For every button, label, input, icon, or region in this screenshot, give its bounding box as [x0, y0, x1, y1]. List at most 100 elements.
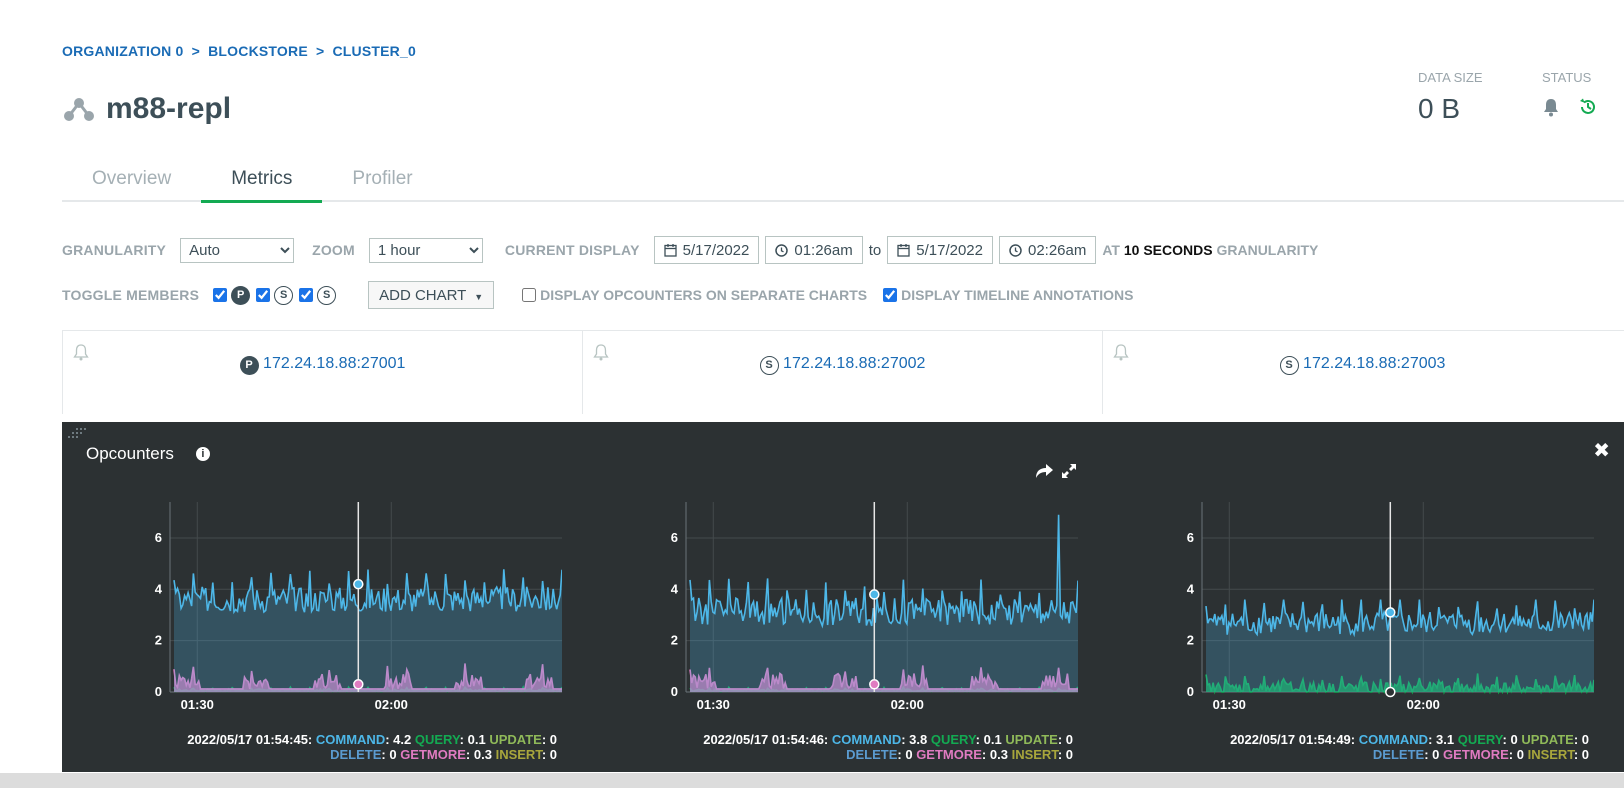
legend-update-value: 0 — [1065, 732, 1073, 747]
end-time-field[interactable]: 02:26am — [998, 236, 1097, 264]
opcounters-chart-panel: Opcounters i ✖ 0 2 4 6 01:30 02:00 2022/05/17… — [62, 422, 1624, 772]
granularity-label: GRANULARITY — [62, 242, 167, 258]
horizontal-scrollbar[interactable] — [0, 773, 1624, 788]
granularity-summary: AT 10 SECONDS GRANULARITY — [1102, 242, 1318, 258]
legend-query-value: 0 — [1510, 732, 1518, 747]
zoom-select[interactable]: 1 hour — [368, 237, 483, 263]
replica-set-icon — [64, 98, 94, 121]
legend-insert-value: 0 — [1065, 747, 1073, 762]
bell-icon[interactable] — [1542, 97, 1560, 117]
legend-command-value: 3.8 — [909, 732, 928, 747]
y-tick-label: 0 — [155, 684, 162, 699]
member-host-link[interactable]: 172.24.18.88:27003 — [1303, 355, 1445, 372]
legend-command-value: 3.1 — [1436, 732, 1455, 747]
timeline-annotations-checkbox[interactable] — [883, 288, 898, 302]
data-size-stat: DATA SIZE 0 B — [1418, 70, 1483, 125]
bell-icon[interactable] — [593, 343, 609, 361]
legend-timestamp: 2022/05/17 01:54:49: — [1230, 732, 1356, 747]
hover-marker — [1385, 686, 1396, 698]
expand-icon[interactable] — [1060, 462, 1078, 480]
timeline-annotations-label: DISPLAY TIMELINE ANNOTATIONS — [901, 287, 1134, 303]
toggle-member-checkbox[interactable] — [299, 288, 314, 302]
breadcrumb-cluster[interactable]: CLUSTER_0 — [332, 43, 415, 59]
tab-profiler[interactable]: Profiler — [322, 160, 442, 202]
y-tick-label: 2 — [155, 633, 162, 648]
share-icon[interactable] — [1034, 462, 1054, 480]
separate-charts-checkbox[interactable] — [522, 288, 537, 302]
tab-overview[interactable]: Overview — [62, 160, 201, 202]
y-tick-label: 2 — [1187, 633, 1194, 648]
clock-icon — [775, 243, 789, 257]
member-chart[interactable]: 0 2 4 6 01:30 02:00 2022/05/17 01:54:49: COMM… — [1134, 502, 1594, 772]
y-tick-label: 0 — [1187, 684, 1194, 699]
to-label: to — [868, 241, 882, 259]
member-column: P 172.24.18.88:27001 — [62, 331, 582, 414]
toggle-members-label: TOGGLE MEMBERS — [62, 287, 200, 303]
timeline-annotations-option[interactable]: DISPLAY TIMELINE ANNOTATIONS — [883, 287, 1133, 303]
calendar-icon — [897, 244, 910, 257]
hover-marker — [1385, 607, 1396, 618]
y-tick-label: 6 — [671, 530, 678, 545]
end-date-field[interactable]: 5/17/2022 — [887, 236, 993, 264]
member-chart[interactable]: 0 2 4 6 01:30 02:00 2022/05/17 01:54:46: COMM… — [618, 502, 1078, 772]
legend-delete-value: 0 — [389, 747, 397, 762]
zoom-label: ZOOM — [312, 242, 355, 258]
bell-icon[interactable] — [73, 343, 89, 361]
legend-timestamp: 2022/05/17 01:54:46: — [703, 732, 829, 747]
breadcrumb-project[interactable]: BLOCKSTORE — [208, 43, 308, 59]
separate-charts-option[interactable]: DISPLAY OPCOUNTERS ON SEPARATE CHARTS — [522, 287, 867, 303]
calendar-icon — [663, 244, 677, 257]
chart-title: Opcounters i — [86, 444, 210, 464]
y-tick-label: 6 — [155, 530, 162, 545]
chart-plot-area: 0 2 4 6 01:30 02:00 — [671, 502, 1078, 712]
legend-delete-value: 0 — [1432, 747, 1440, 762]
x-tick-label: 01:30 — [1213, 697, 1246, 712]
status-label: STATUS — [1542, 70, 1592, 85]
member-host-link[interactable]: 172.24.18.88:27001 — [263, 355, 405, 372]
chart-legend: 2022/05/17 01:54:49: COMMAND: 3.1 QUERY:… — [1230, 732, 1589, 762]
toggle-member-checkbox[interactable] — [213, 288, 228, 302]
tab-bar: Overview Metrics Profiler — [62, 160, 1624, 203]
granularity-suffix: GRANULARITY — [1216, 242, 1319, 258]
tab-metrics[interactable]: Metrics — [201, 160, 323, 203]
secondary-badge-icon: S — [274, 285, 294, 305]
chart-legend: 2022/05/17 01:54:45: COMMAND: 4.2 QUERY:… — [187, 732, 557, 762]
close-chart-icon[interactable]: ✖ — [1593, 438, 1610, 463]
x-tick-label: 02:00 — [375, 697, 408, 712]
start-date-field[interactable]: 5/17/2022 — [653, 236, 760, 264]
secondary-badge-icon: S — [1279, 355, 1299, 375]
legend-getmore-value: 0 — [1516, 747, 1524, 762]
start-date-value: 5/17/2022 — [682, 241, 750, 259]
hover-marker — [869, 589, 880, 600]
start-time-field[interactable]: 01:26am — [765, 236, 863, 264]
legend-query-value: 0.1 — [983, 732, 1002, 747]
legend-delete-value: 0 — [905, 747, 913, 762]
info-icon[interactable]: i — [195, 447, 210, 461]
x-tick-label: 01:30 — [181, 697, 214, 712]
bell-icon[interactable] — [1113, 343, 1129, 361]
y-tick-label: 4 — [671, 581, 679, 596]
member-chart[interactable]: 0 2 4 6 01:30 02:00 2022/05/17 01:54:45: COMM… — [102, 502, 562, 772]
x-tick-label: 01:30 — [697, 697, 730, 712]
clock-icon — [1009, 243, 1022, 257]
y-tick-label: 4 — [1187, 581, 1195, 596]
breadcrumb-separator: > — [191, 43, 201, 59]
granularity-bold-value: 10 SECONDS — [1123, 242, 1213, 258]
chart-plot-area: 0 2 4 6 01:30 02:00 — [155, 502, 562, 712]
add-chart-button[interactable]: ADD CHART ▼ — [368, 281, 495, 309]
legend-update-value: 0 — [549, 732, 557, 747]
primary-badge-icon: P — [239, 355, 259, 375]
status-stat: STATUS — [1542, 70, 1598, 117]
page-title: m88-repl — [106, 92, 232, 125]
data-size-value: 0 B — [1418, 93, 1461, 124]
history-icon[interactable] — [1578, 97, 1598, 117]
member-column: S 172.24.18.88:27003 — [1102, 331, 1622, 414]
separate-charts-label: DISPLAY OPCOUNTERS ON SEPARATE CHARTS — [540, 287, 868, 303]
breadcrumb-organization[interactable]: ORGANIZATION 0 — [62, 43, 184, 59]
member-host-link[interactable]: 172.24.18.88:27002 — [783, 355, 925, 372]
chart-actions — [1034, 462, 1078, 480]
granularity-select[interactable]: Auto — [180, 237, 295, 263]
drag-handle-icon[interactable] — [66, 426, 88, 442]
hover-marker — [869, 679, 880, 690]
toggle-member-checkbox[interactable] — [256, 288, 271, 302]
